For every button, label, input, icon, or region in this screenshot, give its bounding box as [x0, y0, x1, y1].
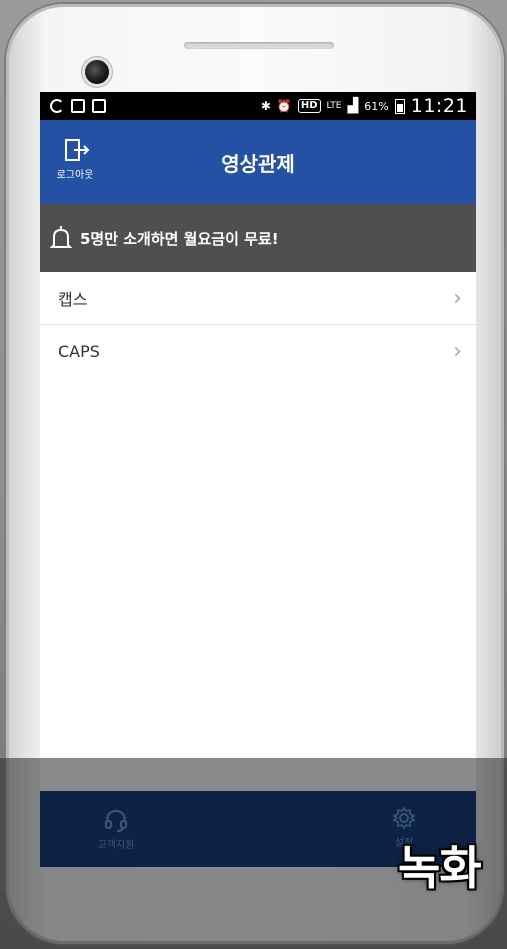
promo-banner[interactable]: 5명만 소개하면 월요금이 무료! — [40, 204, 476, 272]
app-bar: 로그아웃 영상관제 — [40, 120, 476, 204]
headset-icon — [105, 809, 127, 832]
banner-text: 5명만 소개하면 월요금이 무료! — [80, 229, 279, 248]
alarm-icon: ⏰ — [276, 99, 292, 113]
camera-list: 캡스 › CAPS › — [40, 272, 476, 377]
image-notification-icon — [71, 99, 85, 113]
network-type: LTE — [326, 100, 342, 111]
gear-icon — [392, 806, 416, 830]
tab-support[interactable]: 고객지원 — [86, 807, 146, 851]
bell-icon — [50, 226, 72, 248]
front-camera — [85, 60, 109, 84]
list-item[interactable]: 캡스 › — [40, 272, 476, 325]
bluetooth-icon: ✱ — [260, 99, 271, 113]
status-bar: ✱ ⏰ HD LTE ▟ 61% 11:21 — [40, 92, 476, 120]
list-item[interactable]: CAPS › — [40, 325, 476, 377]
phone-screen: ✱ ⏰ HD LTE ▟ 61% 11:21 로그아웃 영상관제 5명만 소개하… — [40, 92, 476, 867]
list-item-label: CAPS — [58, 341, 100, 361]
list-item-label: 캡스 — [58, 290, 88, 309]
chevron-right-icon: › — [453, 285, 462, 311]
battery-icon — [394, 98, 405, 114]
hd-voice-icon: HD — [297, 99, 321, 113]
tab-support-label: 고객지원 — [97, 840, 135, 851]
clock: 11:21 — [410, 95, 468, 117]
page-title: 영상관제 — [221, 152, 295, 176]
battery-percent: 61% — [364, 99, 389, 113]
chart-notification-icon — [92, 99, 106, 113]
signal-icon: ▟ — [347, 98, 359, 114]
app-notification-icon — [50, 99, 64, 113]
overlay-caption: 녹화 — [398, 841, 482, 895]
chevron-right-icon: › — [453, 338, 462, 364]
speaker-grille — [184, 42, 334, 49]
